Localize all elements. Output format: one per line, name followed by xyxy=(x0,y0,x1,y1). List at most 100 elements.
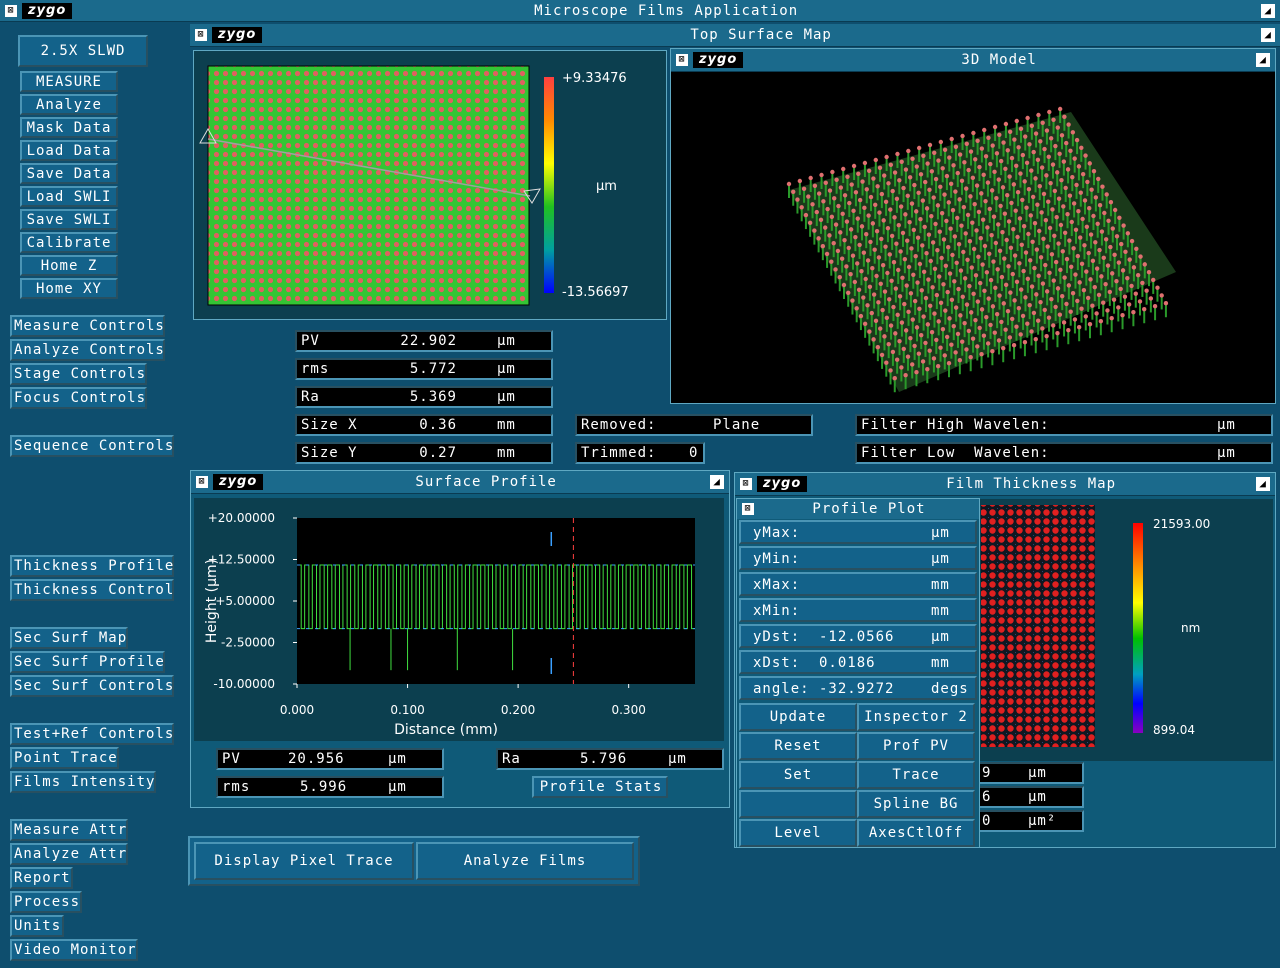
process-button[interactable]: Process xyxy=(10,891,83,913)
profile-stats-button[interactable]: Profile Stats xyxy=(532,776,668,798)
model3d-pillar-top xyxy=(806,194,811,199)
reset-button[interactable]: Reset xyxy=(739,732,857,760)
model3d-view[interactable] xyxy=(671,72,1275,402)
objective-button[interactable]: 2.5X SLWD xyxy=(18,35,148,67)
model3d-pillar-top xyxy=(887,297,892,302)
mask-data-button[interactable]: Mask Data xyxy=(20,117,118,138)
maximize-icon[interactable]: ◢ xyxy=(1256,477,1270,491)
model3d-pillar-top xyxy=(1080,171,1086,177)
maximize-icon[interactable]: ◢ xyxy=(1256,53,1270,67)
model3d-pillar-top xyxy=(990,143,995,148)
model3d-pillar-top xyxy=(923,179,928,185)
model3d-pillar-top xyxy=(866,213,871,218)
model3d-pillar-top xyxy=(1108,244,1113,250)
close-icon[interactable]: ⊠ xyxy=(740,478,752,490)
measure-controls-button[interactable]: Measure Controls xyxy=(10,315,166,337)
model3d-pillar-top xyxy=(1067,238,1072,243)
sec-surf-controls-button[interactable]: Sec Surf Controls xyxy=(10,675,175,697)
thickness-control-button[interactable]: Thickness Control xyxy=(10,579,175,601)
model3d-pillar-top xyxy=(947,155,952,160)
video-monitor-button[interactable]: Video Monitor xyxy=(10,939,138,961)
set-button[interactable]: Set xyxy=(739,761,857,789)
model3d-pillar-top xyxy=(962,160,967,165)
model3d-pillar-top xyxy=(1003,282,1009,288)
blank-button[interactable] xyxy=(739,790,857,818)
model3d-pillar-top xyxy=(829,214,835,220)
model3d-pillar-top xyxy=(1090,303,1095,308)
model3d-pillar-top xyxy=(795,197,800,202)
close-icon[interactable]: ⊠ xyxy=(676,54,688,66)
maximize-icon[interactable]: ◢ xyxy=(710,475,724,489)
measure-button[interactable]: MEASURE xyxy=(20,71,118,92)
save-swli-button[interactable]: Save SWLI xyxy=(20,209,118,230)
films-intensity-button[interactable]: Films Intensity xyxy=(10,771,156,793)
sec-surf-map-button[interactable]: Sec Surf Map xyxy=(10,627,129,649)
model3d-pillar-top xyxy=(1001,346,1006,351)
display-pixel-trace-button[interactable]: Display Pixel Trace xyxy=(194,842,414,880)
model3d-pillar-top xyxy=(993,285,998,291)
model3d-pillar-top xyxy=(919,332,924,338)
model3d-pillar-top xyxy=(945,289,950,295)
stage-controls-button[interactable]: Stage Controls xyxy=(10,363,147,385)
model3d-pillar-top xyxy=(1074,182,1079,188)
focus-controls-button[interactable]: Focus Controls xyxy=(10,387,147,409)
model3d-pillar-top xyxy=(1009,200,1014,206)
thickness-map-image[interactable] xyxy=(981,505,1095,747)
zygo-logo: zygo xyxy=(757,476,808,492)
model3d-pillar-top xyxy=(967,239,973,244)
calibrate-button[interactable]: Calibrate xyxy=(20,232,118,253)
model3d-pillar-top xyxy=(1057,106,1063,112)
model3d-pillar-top xyxy=(860,179,865,184)
units-button[interactable]: Units xyxy=(10,915,64,937)
spline-bg-button[interactable]: Spline BG xyxy=(857,790,975,818)
close-icon[interactable]: ⊠ xyxy=(195,29,207,41)
model3d-pillar-top xyxy=(937,229,942,234)
close-icon[interactable]: ⊠ xyxy=(5,4,17,17)
model3d-pillar-top xyxy=(1125,231,1131,236)
analyze-button[interactable]: Analyze xyxy=(20,94,118,115)
analyze-attr-button[interactable]: Analyze Attr xyxy=(10,843,129,865)
model3d-pillar-top xyxy=(920,359,926,364)
model3d-pillar-top xyxy=(869,310,874,316)
report-button[interactable]: Report xyxy=(10,867,74,889)
model3d-pillar-top xyxy=(998,203,1003,209)
profile-chart[interactable]: +20.00000+12.50000+5.00000-2.50000-10.00… xyxy=(194,498,724,741)
model3d-pillar-top xyxy=(1047,270,1052,276)
analyze-controls-button[interactable]: Analyze Controls xyxy=(10,339,166,361)
surface-map-image[interactable] xyxy=(207,65,530,306)
sequence-controls-button[interactable]: Sequence Controls xyxy=(10,435,175,457)
model3d-pillar-top xyxy=(1060,293,1065,299)
model3d-pillar-top xyxy=(890,349,896,355)
measure-attr-button[interactable]: Measure Attr xyxy=(10,819,129,841)
model3d-pillar-top xyxy=(1055,125,1060,130)
close-icon[interactable]: ⊠ xyxy=(742,503,754,515)
top-surface-window-titlebar: ⊠ zygo Top Surface Map ◢ xyxy=(190,24,1280,48)
analyze-films-button[interactable]: Analyze Films xyxy=(416,842,634,880)
maximize-icon[interactable]: ◢ xyxy=(1261,3,1275,18)
model3d-pillar-top xyxy=(1053,304,1058,310)
model3d-pillar-top xyxy=(957,152,963,157)
test-ref-controls-button[interactable]: Test+Ref Controls xyxy=(10,723,175,745)
maximize-icon[interactable]: ◢ xyxy=(1261,28,1275,42)
model3d-pillar-top xyxy=(1038,299,1043,305)
thickness-map-svg[interactable] xyxy=(979,499,1273,761)
thickness-profile-button[interactable]: Thickness Profile xyxy=(10,555,175,577)
model3d-pillar-top xyxy=(941,282,946,287)
x-tick-label: 0.300 xyxy=(611,703,645,717)
home-z-button[interactable]: Home Z xyxy=(20,255,118,276)
close-icon[interactable]: ⊠ xyxy=(196,476,208,488)
home-xy-button[interactable]: Home XY xyxy=(20,278,118,299)
axesctloff-button[interactable]: AxesCtlOff xyxy=(857,819,975,847)
sec-surf-profile-button[interactable]: Sec Surf Profile xyxy=(10,651,166,673)
point-trace-button[interactable]: Point Trace xyxy=(10,747,120,769)
model3d-pillar-top xyxy=(851,208,856,214)
load-swli-button[interactable]: Load SWLI xyxy=(20,186,118,207)
level-button[interactable]: Level xyxy=(739,819,857,847)
inspector-2-button[interactable]: Inspector 2 xyxy=(857,703,975,731)
model3d-pillar-top xyxy=(916,351,922,356)
save-data-button[interactable]: Save Data xyxy=(20,163,118,184)
load-data-button[interactable]: Load Data xyxy=(20,140,118,161)
prof-pv-button[interactable]: Prof PV xyxy=(857,732,975,760)
trace-button[interactable]: Trace xyxy=(857,761,975,789)
update-button[interactable]: Update xyxy=(739,703,857,731)
